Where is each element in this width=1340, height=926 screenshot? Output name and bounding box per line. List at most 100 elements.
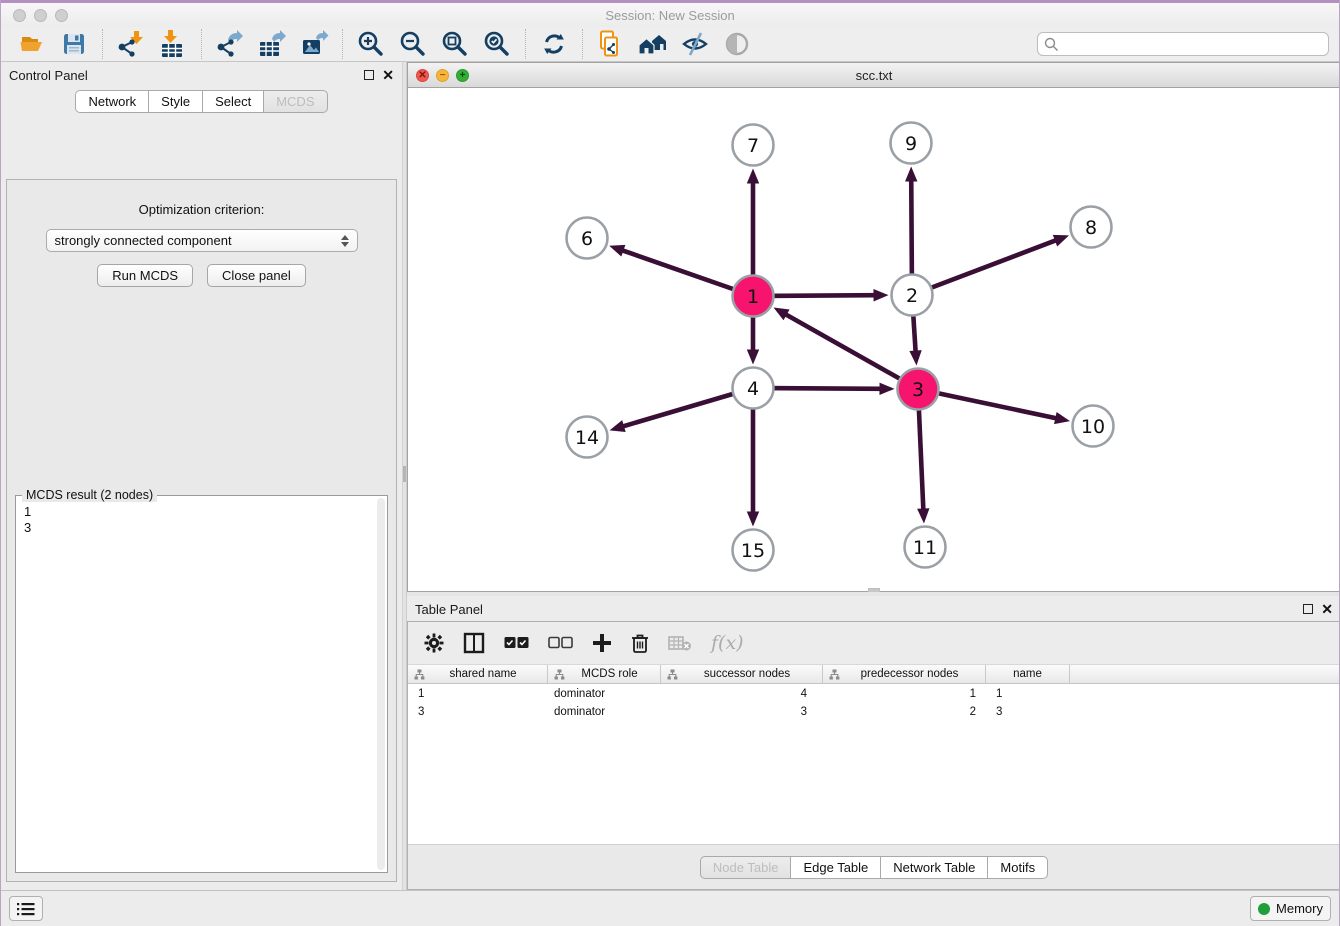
tab-network-table[interactable]: Network Table (880, 856, 987, 879)
column-header-predecessor-nodes[interactable]: predecessor nodes (823, 665, 986, 683)
tab-edge-table[interactable]: Edge Table (790, 856, 880, 879)
network-minimize-button[interactable]: − (436, 69, 449, 82)
graph-edge-arrowhead (610, 420, 626, 432)
deselect-all-columns-icon[interactable] (548, 636, 573, 650)
checked-boxes-icon (504, 636, 529, 650)
show-panels-button[interactable] (9, 896, 43, 921)
network-maximize-button[interactable]: + (456, 69, 469, 82)
cell-name[interactable]: 3 (986, 706, 1070, 718)
hide-graphics-details-icon[interactable] (677, 29, 713, 59)
add-column-icon[interactable] (592, 633, 612, 653)
export-network-icon[interactable] (212, 29, 248, 59)
memory-button[interactable]: Memory (1250, 896, 1331, 921)
houses-glyph (638, 31, 668, 57)
column-type-icon (414, 669, 425, 680)
graph-edge-3-1[interactable] (785, 314, 918, 389)
tab-style[interactable]: Style (148, 90, 202, 113)
ndex-network-icon[interactable] (593, 29, 629, 59)
graph-edge-arrowhead (747, 169, 759, 184)
criterion-dropdown[interactable]: strongly connected component (46, 229, 358, 252)
column-type-icon (554, 669, 565, 680)
cell-mcds-role[interactable]: dominator (548, 688, 661, 700)
delete-columns-icon[interactable] (631, 633, 649, 654)
run-mcds-button[interactable]: Run MCDS (97, 264, 193, 287)
open-session-icon[interactable] (14, 29, 50, 59)
close-table-panel-icon[interactable]: ✕ (1321, 604, 1333, 614)
network-close-button[interactable]: ✕ (416, 69, 429, 82)
cell-name[interactable]: 1 (986, 688, 1070, 700)
export-table-icon[interactable] (254, 29, 290, 59)
table-delete-icon (668, 635, 692, 651)
cell-predecessor-nodes[interactable]: 2 (823, 706, 986, 718)
cell-predecessor-nodes[interactable]: 1 (823, 688, 986, 700)
tab-node-table[interactable]: Node Table (700, 856, 791, 879)
toolbar-separator (342, 29, 343, 59)
column-header-shared-name[interactable]: shared name (408, 665, 548, 683)
magnifier-minus-glyph (399, 30, 427, 58)
zoom-fit-icon[interactable] (437, 29, 473, 59)
zoom-selected-icon[interactable] (479, 29, 515, 59)
close-panel-icon[interactable]: ✕ (382, 70, 394, 80)
function-builder-icon[interactable]: f(x) (711, 632, 744, 654)
graph-edge-arrowhead (879, 383, 894, 395)
home-welcome-icon[interactable] (635, 29, 671, 59)
float-panel-icon[interactable] (364, 70, 374, 80)
cell-successor-nodes[interactable]: 3 (661, 706, 823, 718)
close-panel-button[interactable]: Close panel (207, 264, 306, 287)
column-label: successor nodes (678, 668, 822, 680)
graph-node-label: 8 (1085, 217, 1097, 239)
column-header-name[interactable]: name (986, 665, 1070, 683)
table-row[interactable]: 3 dominator 3 2 3 (408, 704, 1340, 720)
graph-edge-arrowhead (747, 512, 759, 527)
save-session-icon[interactable] (56, 29, 92, 59)
table-row[interactable]: 1 dominator 4 1 1 (408, 686, 1340, 702)
tab-network[interactable]: Network (75, 90, 148, 113)
network-graph[interactable]: 7968124314101511 (408, 88, 1340, 591)
import-table-glyph (159, 30, 187, 58)
splitter-handle[interactable] (403, 466, 406, 482)
select-all-columns-icon[interactable] (504, 636, 529, 650)
memory-label: Memory (1276, 901, 1323, 916)
refresh-icon[interactable] (536, 29, 572, 59)
zoom-out-icon[interactable] (395, 29, 431, 59)
float-table-panel-icon[interactable] (1303, 604, 1313, 614)
network-view-window: scc.txt ✕ − + 7968124314101511 (407, 62, 1340, 592)
tab-motifs[interactable]: Motifs (987, 856, 1048, 879)
column-header-mcds-role[interactable]: MCDS role (548, 665, 661, 683)
export-image-icon[interactable] (296, 29, 332, 59)
import-network-icon[interactable] (113, 29, 149, 59)
table-panel-titlebar: Table Panel ✕ (407, 596, 1340, 622)
graph-node-label: 7 (747, 135, 759, 157)
window-title: Session: New Session (1, 8, 1339, 23)
table-settings-icon[interactable] (424, 633, 444, 653)
tab-select[interactable]: Select (202, 90, 263, 113)
delete-table-icon[interactable] (668, 635, 692, 651)
import-table-icon[interactable] (155, 29, 191, 59)
graph-edge-2-8[interactable] (912, 240, 1057, 295)
magnifier-fit-glyph (441, 30, 469, 58)
column-selector-icon[interactable] (463, 632, 485, 654)
cell-mcds-role[interactable]: dominator (548, 706, 661, 718)
control-panel-titlebar: Control Panel ✕ (1, 62, 402, 88)
mcds-result-line: 3 (24, 520, 383, 536)
result-scrollbar[interactable] (377, 498, 385, 870)
dropdown-stepper-icon (341, 235, 349, 247)
export-network-glyph (216, 30, 244, 58)
column-header-successor-nodes[interactable]: successor nodes (661, 665, 823, 683)
network-canvas[interactable]: 7968124314101511 (407, 88, 1340, 592)
main-toolbar (1, 27, 1339, 62)
tab-mcds[interactable]: MCDS (263, 90, 327, 113)
cell-shared-name[interactable]: 1 (408, 688, 548, 700)
mcds-result-list: 1 3 (16, 496, 387, 540)
titlebar: Session: New Session (1, 3, 1339, 27)
zoom-in-icon[interactable] (353, 29, 389, 59)
show-graphics-details-icon[interactable] (719, 29, 755, 59)
control-panel-tabs: Network Style Select MCDS (1, 90, 402, 113)
unchecked-boxes-icon (548, 636, 573, 650)
cell-successor-nodes[interactable]: 4 (661, 688, 823, 700)
cell-shared-name[interactable]: 3 (408, 706, 548, 718)
search-input[interactable] (1037, 32, 1329, 56)
toolbar-separator (102, 29, 103, 59)
network-window-titlebar[interactable]: scc.txt ✕ − + (407, 62, 1340, 88)
memory-status-icon (1258, 903, 1270, 915)
